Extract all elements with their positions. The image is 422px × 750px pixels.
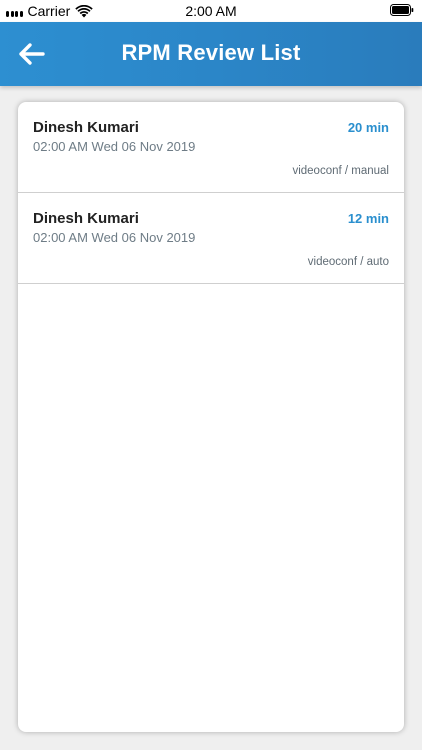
review-type: videoconf / manual (292, 165, 389, 177)
review-datetime: 02:00 AM Wed 06 Nov 2019 (33, 230, 196, 245)
battery-icon (390, 4, 414, 16)
review-type: videoconf / auto (307, 256, 389, 268)
review-list: Dinesh Kumari 20 min 02:00 AM Wed 06 Nov… (18, 102, 404, 732)
review-datetime: 02:00 AM Wed 06 Nov 2019 (33, 139, 196, 154)
review-duration: 12 min (347, 211, 389, 226)
app-header: RPM Review List (0, 22, 422, 86)
review-duration: 20 min (347, 120, 389, 135)
review-list-item[interactable]: Dinesh Kumari 12 min 02:00 AM Wed 06 Nov… (18, 193, 404, 284)
page-title: RPM Review List (121, 40, 301, 65)
patient-name: Dinesh Kumari (33, 210, 139, 227)
patient-name: Dinesh Kumari (33, 119, 139, 136)
status-bar: Carrier 2:00 AM (0, 0, 422, 22)
status-time: 2:00 AM (185, 3, 237, 19)
review-list-item[interactable]: Dinesh Kumari 20 min 02:00 AM Wed 06 Nov… (18, 102, 404, 193)
app-screen: Carrier 2:00 AM RPM Review List Dinesh K… (0, 0, 422, 750)
